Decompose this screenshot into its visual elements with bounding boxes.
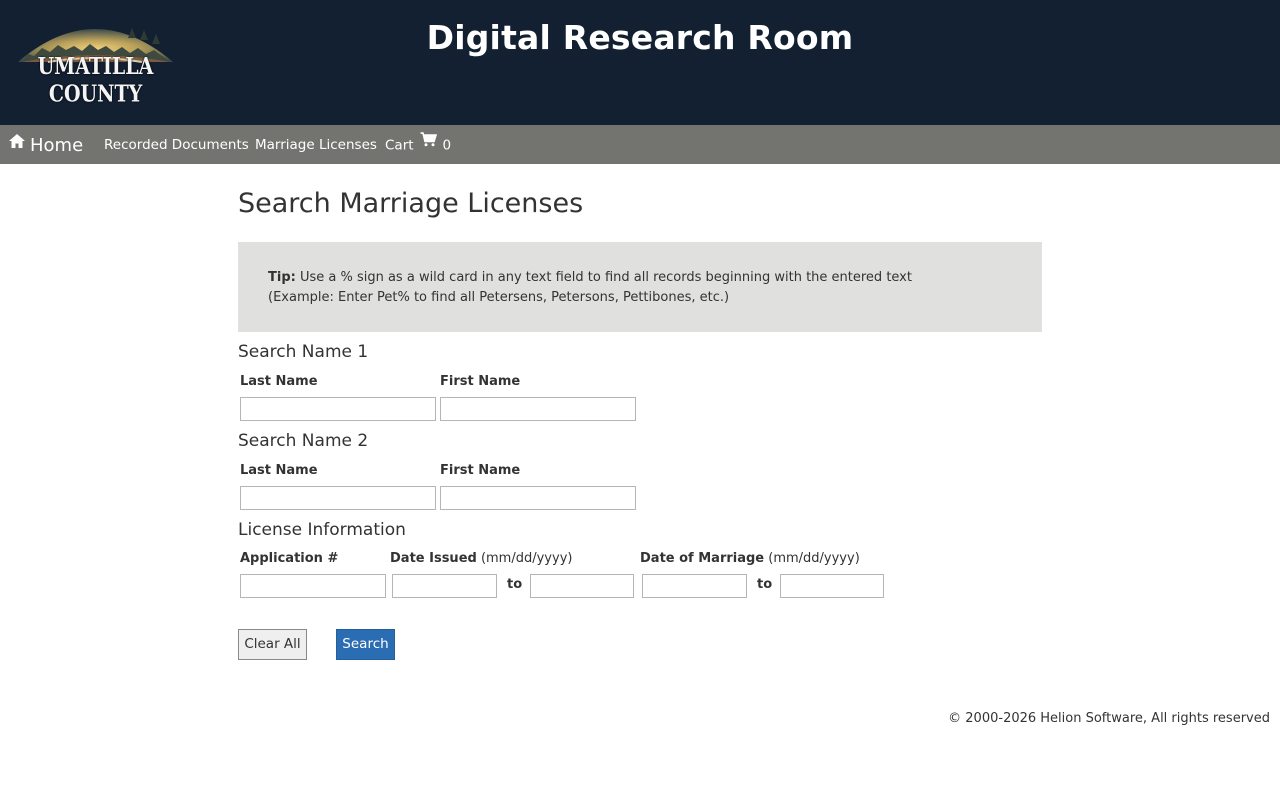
tip-box: Tip: Use a % sign as a wild card in any … — [238, 242, 1042, 332]
footer-copyright: © 2000-2026 Helion Software, All rights … — [948, 711, 1270, 726]
search-name-2-last-name-input[interactable] — [240, 486, 436, 510]
date-of-marriage-format-hint: (mm/dd/yyyy) — [764, 551, 860, 566]
nav-cart-label: Cart — [385, 137, 414, 154]
search-name-1-last-name-label: Last Name — [240, 374, 318, 389]
home-icon — [8, 123, 26, 164]
logo-text: UMATILLA COUNTY — [37, 52, 154, 108]
search-name-2-last-name-label: Last Name — [240, 463, 318, 478]
page-title: Search Marriage Licenses — [238, 188, 584, 219]
nav-home-link[interactable]: Home — [8, 125, 83, 164]
date-of-marriage-to-input[interactable] — [780, 574, 884, 598]
application-number-label: Application # — [240, 551, 339, 566]
search-name-2-first-name-label: First Name — [440, 463, 521, 478]
nav-cart-link[interactable]: Cart 0 — [385, 125, 451, 164]
tip-line-1: Tip: Use a % sign as a wild card in any … — [268, 268, 1012, 288]
tip-text: Use a % sign as a wild card in any text … — [295, 270, 912, 285]
date-issued-to-input[interactable] — [530, 574, 634, 598]
tip-line-2: (Example: Enter Pet% to find all Peterse… — [268, 290, 730, 305]
date-of-marriage-label-text: Date of Marriage — [640, 551, 765, 566]
search-name-1-last-name-input[interactable] — [240, 397, 436, 421]
license-information-title: License Information — [238, 520, 406, 540]
search-name-1-title: Search Name 1 — [238, 342, 369, 362]
site-title: Digital Research Room — [426, 18, 854, 57]
date-of-marriage-from-input[interactable] — [642, 574, 747, 598]
cart-icon — [420, 123, 437, 164]
search-button[interactable]: Search — [336, 629, 395, 660]
date-issued-format-hint: (mm/dd/yyyy) — [476, 551, 573, 566]
date-issued-label: Date Issued (mm/dd/yyyy) — [390, 551, 572, 566]
tip-label: Tip: — [268, 270, 296, 285]
main-navbar: Home Recorded Documents Marriage License… — [0, 125, 1280, 164]
date-issued-to-label: to — [507, 577, 523, 592]
nav-marriage-licenses-link[interactable]: Marriage Licenses — [255, 125, 377, 164]
site-header: UMATILLA COUNTY Digital Research Room — [0, 0, 1280, 125]
date-issued-from-input[interactable] — [392, 574, 497, 598]
nav-recorded-documents-link[interactable]: Recorded Documents — [104, 125, 249, 164]
date-of-marriage-to-label: to — [757, 577, 773, 592]
nav-home-label: Home — [30, 135, 84, 156]
clear-all-button[interactable]: Clear All — [238, 629, 307, 660]
date-of-marriage-label: Date of Marriage (mm/dd/yyyy) — [640, 551, 860, 566]
date-issued-label-text: Date Issued — [390, 551, 477, 566]
search-name-2-title: Search Name 2 — [238, 431, 369, 451]
search-name-1-first-name-label: First Name — [440, 374, 521, 389]
cart-count: 0 — [442, 137, 452, 154]
search-name-2-first-name-input[interactable] — [440, 486, 636, 510]
search-name-1-first-name-input[interactable] — [440, 397, 636, 421]
application-number-input[interactable] — [240, 574, 386, 598]
